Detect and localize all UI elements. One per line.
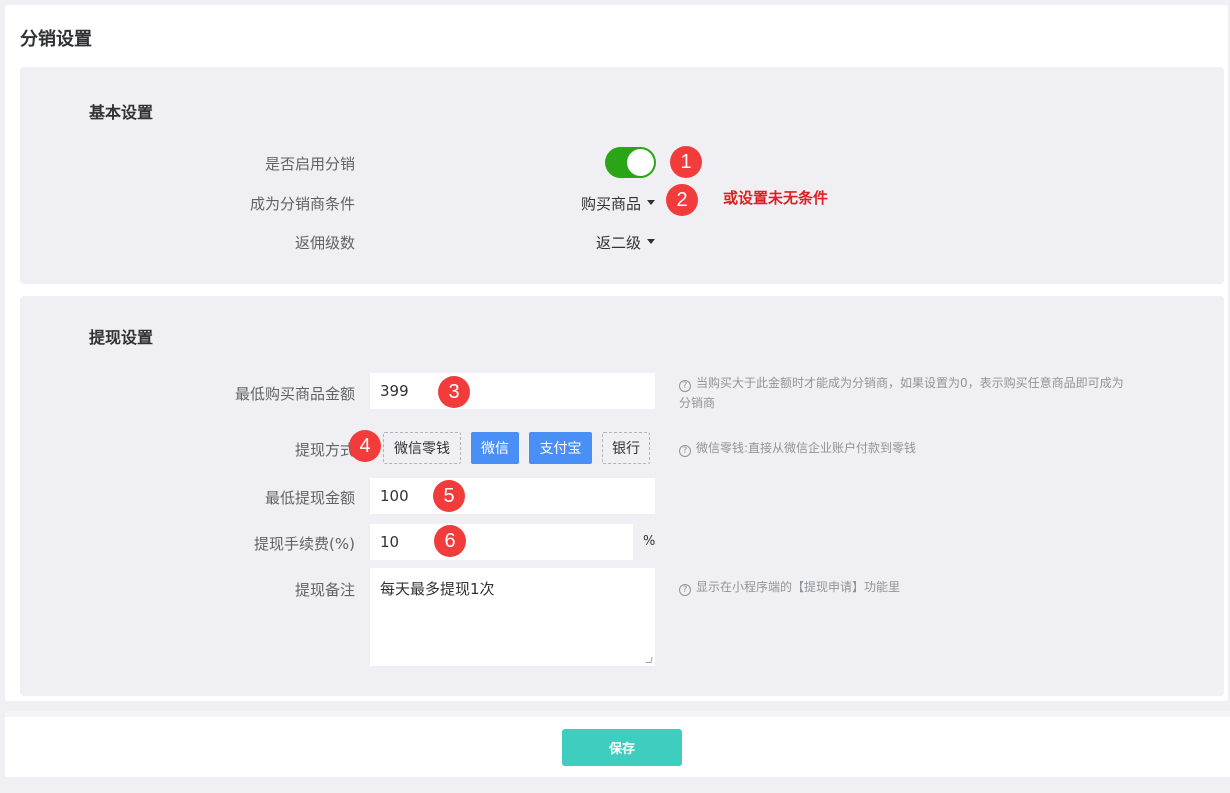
basic-settings-title: 基本设置 bbox=[89, 103, 154, 122]
withdraw-remark-hint-text: 显示在小程序端的【提现申请】功能里 bbox=[696, 580, 901, 594]
withdraw-remark-hint: ? 显示在小程序端的【提现申请】功能里 bbox=[679, 577, 900, 597]
enable-distribution-label: 是否启用分销 bbox=[264, 155, 355, 173]
resize-grip-icon[interactable] bbox=[645, 657, 653, 663]
min-purchase-hint: ? 当购买大于此金额时才能成为分销商，如果设置为0，表示购买任意商品即可成为 分销… bbox=[679, 373, 1219, 413]
withdraw-method-hint-text: 微信零钱:直接从微信企业账户付款到零钱 bbox=[696, 441, 917, 455]
caret-down-icon bbox=[647, 200, 655, 205]
question-icon: ? bbox=[679, 445, 691, 457]
enable-distribution-toggle[interactable] bbox=[605, 147, 656, 178]
withdraw-remark-text: 每天最多提现1次 bbox=[380, 580, 495, 598]
withdraw-settings-title: 提现设置 bbox=[89, 328, 154, 347]
page-title: 分销设置 bbox=[20, 29, 92, 50]
marker-badge-5: 5 bbox=[433, 480, 465, 512]
condition-note: 或设置未无条件 bbox=[723, 189, 829, 207]
method-chip-wechat[interactable]: 微信 bbox=[471, 432, 519, 464]
min-purchase-hint-text: 当购买大于此金额时才能成为分销商，如果设置为0，表示购买任意商品即可成为 bbox=[696, 376, 1124, 390]
marker-badge-1: 1 bbox=[670, 146, 702, 178]
min-purchase-label: 最低购买商品金额 bbox=[234, 385, 355, 403]
toggle-knob bbox=[627, 149, 654, 176]
question-icon: ? bbox=[679, 380, 691, 392]
distributor-condition-value: 购买商品 bbox=[580, 195, 641, 213]
withdraw-remark-label: 提现备注 bbox=[294, 581, 355, 599]
withdraw-remark-textarea[interactable]: 每天最多提现1次 bbox=[370, 568, 655, 666]
basic-settings-section: 基本设置 是否启用分销 1 成为分销商条件 购买商品 2 或设置未无条件 返佣级… bbox=[20, 67, 1224, 284]
method-chip-alipay[interactable]: 支付宝 bbox=[529, 432, 592, 464]
footer-bar: 保存 bbox=[5, 717, 1230, 777]
distributor-condition-label: 成为分销商条件 bbox=[249, 195, 355, 213]
caret-down-icon bbox=[647, 239, 655, 244]
withdraw-method-label: 提现方式 bbox=[294, 441, 355, 459]
min-withdraw-label: 最低提现金额 bbox=[264, 489, 355, 507]
method-chip-bank[interactable]: 银行 bbox=[602, 432, 650, 464]
min-withdraw-input[interactable]: 100 bbox=[370, 478, 655, 514]
fee-unit: % bbox=[643, 534, 656, 549]
min-purchase-input[interactable]: 399 bbox=[370, 373, 655, 409]
commission-level-value: 返二级 bbox=[595, 234, 641, 252]
marker-badge-4: 4 bbox=[349, 430, 381, 462]
marker-badge-6: 6 bbox=[434, 525, 466, 557]
min-purchase-hint-text-2: 分销商 bbox=[679, 396, 716, 410]
commission-level-dropdown[interactable]: 返二级 bbox=[596, 232, 655, 253]
save-button[interactable]: 保存 bbox=[562, 729, 682, 766]
commission-level-label: 返佣级数 bbox=[294, 234, 355, 252]
withdraw-fee-label: 提现手续费(%) bbox=[254, 535, 355, 553]
withdraw-settings-section: 提现设置 最低购买商品金额 399 3 ? 当购买大于此金额时才能成为分销商，如果… bbox=[20, 296, 1224, 696]
question-icon: ? bbox=[679, 584, 691, 596]
withdraw-method-hint: ? 微信零钱:直接从微信企业账户付款到零钱 bbox=[679, 438, 916, 458]
settings-card: 分销设置 基本设置 是否启用分销 1 成为分销商条件 购买商品 2 或设置未无条… bbox=[5, 5, 1228, 701]
marker-badge-3: 3 bbox=[438, 376, 470, 408]
method-chip-wechat-change[interactable]: 微信零钱 bbox=[383, 432, 461, 464]
distributor-condition-dropdown[interactable]: 购买商品 bbox=[581, 193, 655, 214]
withdraw-fee-input[interactable]: 10 bbox=[370, 524, 633, 560]
marker-badge-2: 2 bbox=[666, 184, 698, 216]
